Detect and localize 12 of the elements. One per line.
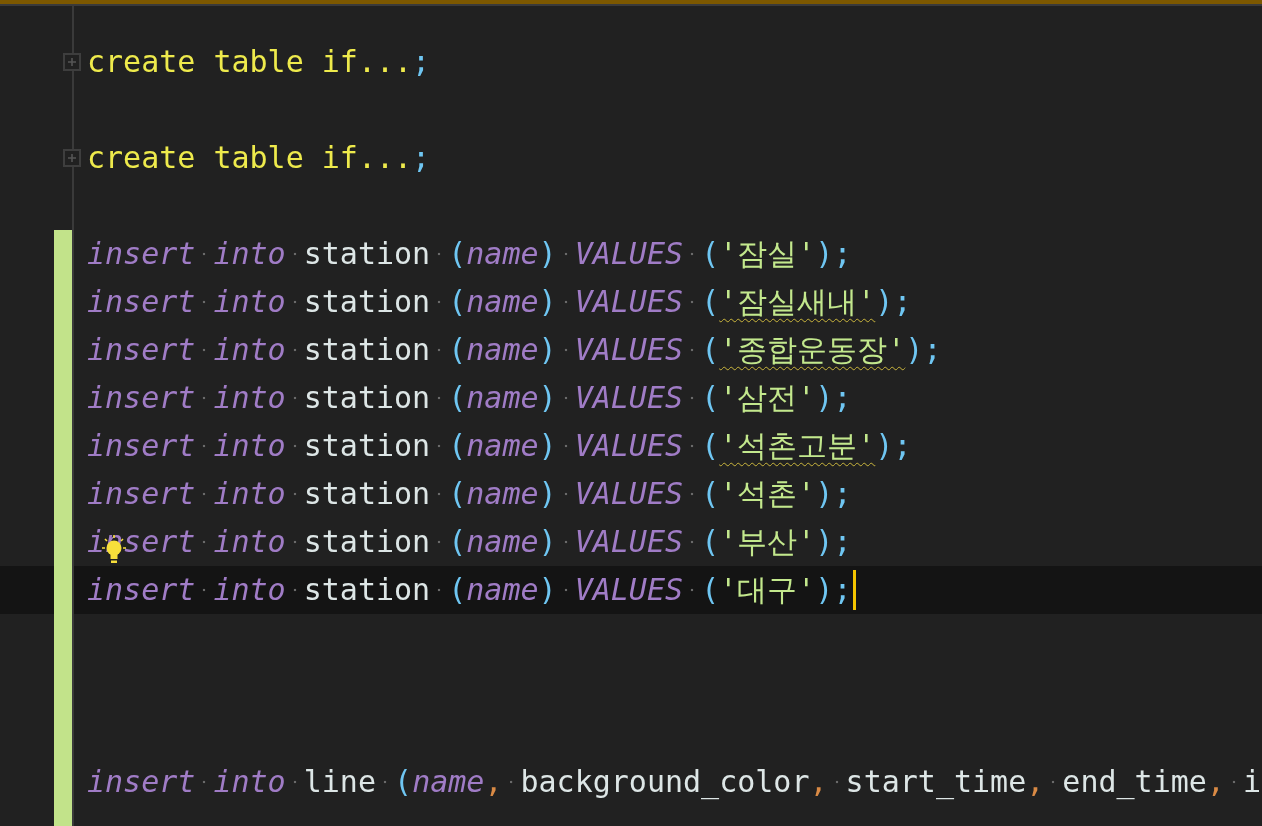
code-line: insert into line (name, background_color, start_time, end_time, i xyxy=(87,758,1262,806)
code-line: insert into station (name) VALUES ('잠실'); xyxy=(87,230,852,278)
code-line: insert into station (name) VALUES ('종합운동장'); xyxy=(87,326,942,374)
folded-code: create table if...; xyxy=(87,139,431,177)
expand-icon[interactable] xyxy=(63,53,81,71)
folded-code: create table if...; xyxy=(87,43,431,81)
code-line: insert into station (name) VALUES ('석촌고분'); xyxy=(87,422,912,470)
code-line: insert into station (name) VALUES ('잠실새내'); xyxy=(87,278,912,326)
code-line: insert into station (name) VALUES ('대구'); xyxy=(87,566,857,614)
expand-icon[interactable] xyxy=(63,149,81,167)
code-line: insert into station (name) VALUES ('삼전'); xyxy=(87,374,852,422)
code-line: insert into station (name) VALUES ('석촌'); xyxy=(87,470,852,518)
